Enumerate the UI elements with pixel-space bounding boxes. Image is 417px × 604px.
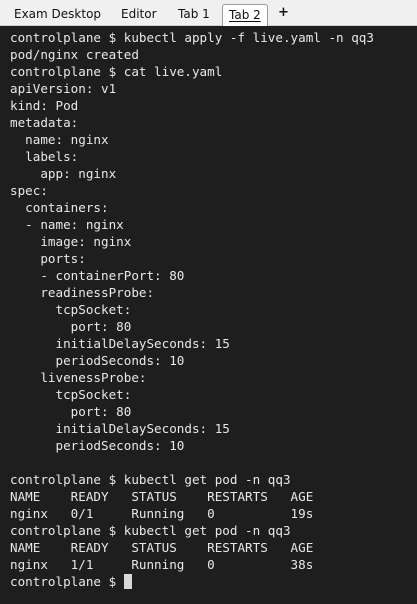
terminal-line: initialDelaySeconds: 15 (10, 421, 230, 436)
terminal-line: NAME READY STATUS RESTARTS AGE (10, 540, 314, 555)
terminal-cursor (123, 574, 132, 589)
terminal-line: port: 80 (10, 319, 132, 334)
terminal-line: NAME READY STATUS RESTARTS AGE (10, 489, 314, 504)
terminal-line: spec: (10, 183, 48, 198)
terminal-scrollbar[interactable] (412, 27, 417, 604)
terminal-line: periodSeconds: 10 (10, 353, 185, 368)
terminal-line: kind: Pod (10, 98, 79, 113)
terminal-line: port: 80 (10, 404, 132, 419)
terminal-line: labels: (10, 149, 79, 164)
terminal-line: controlplane $ kubectl apply -f live.yam… (10, 30, 374, 45)
terminal-line: - containerPort: 80 (10, 268, 185, 283)
tab-editor[interactable]: Editor (121, 5, 157, 23)
terminal-line: - name: nginx (10, 217, 124, 232)
terminal-line: livenessProbe: (10, 370, 147, 385)
terminal-line: containers: (10, 200, 109, 215)
tab-2[interactable]: Tab 2 (222, 4, 268, 26)
terminal-line: apiVersion: v1 (10, 81, 117, 96)
terminal-line: pod/nginx created (10, 47, 139, 62)
terminal-line: nginx 0/1 Running 0 19s (10, 506, 314, 521)
terminal-prompt: controlplane $ (10, 574, 124, 589)
terminal-line: image: nginx (10, 234, 132, 249)
terminal-line: controlplane $ kubectl get pod -n qq3 (10, 472, 291, 487)
terminal-line: initialDelaySeconds: 15 (10, 336, 230, 351)
terminal[interactable]: controlplane $ kubectl apply -f live.yam… (0, 27, 417, 604)
terminal-line: name: nginx (10, 132, 109, 147)
terminal-line: metadata: (10, 115, 79, 130)
terminal-line: controlplane $ cat live.yaml (10, 64, 223, 79)
tab-1[interactable]: Tab 1 (178, 5, 210, 23)
terminal-output: controlplane $ kubectl apply -f live.yam… (10, 29, 417, 573)
terminal-line: app: nginx (10, 166, 117, 181)
terminal-line: ports: (10, 251, 86, 266)
new-tab-button[interactable]: + (278, 4, 289, 22)
terminal-line: nginx 1/1 Running 0 38s (10, 557, 314, 572)
tab-bar: Exam Desktop Editor Tab 1 Tab 2 + (0, 0, 417, 26)
terminal-prompt-line: controlplane $ (10, 573, 417, 590)
terminal-line: controlplane $ kubectl get pod -n qq3 (10, 523, 291, 538)
terminal-line: tcpSocket: (10, 302, 132, 317)
tab-exam-desktop[interactable]: Exam Desktop (14, 5, 101, 23)
terminal-line: tcpSocket: (10, 387, 132, 402)
terminal-line: readinessProbe: (10, 285, 155, 300)
terminal-line: periodSeconds: 10 (10, 438, 185, 453)
tab-2-label: Tab 2 (229, 8, 261, 22)
